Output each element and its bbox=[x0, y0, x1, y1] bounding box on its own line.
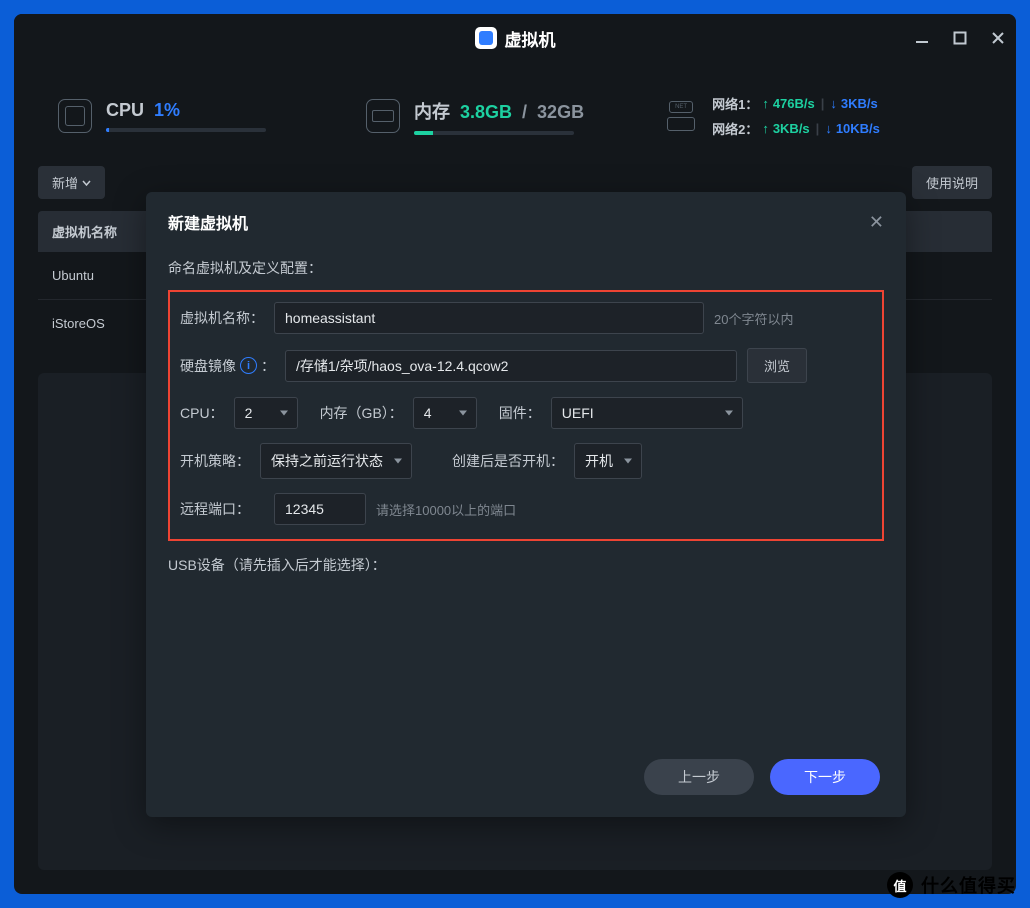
vm-name-label: 虚拟机名称： bbox=[180, 308, 264, 328]
help-button[interactable]: 使用说明 bbox=[912, 166, 992, 199]
section-label: 命名虚拟机及定义配置： bbox=[168, 258, 884, 278]
mem-used: 3.8GB bbox=[460, 102, 512, 123]
next-button[interactable]: 下一步 bbox=[770, 759, 880, 795]
network2-row: 网络2： ↑3KB/s | ↓10KB/s bbox=[712, 119, 880, 138]
cpu-select-label: CPU： bbox=[180, 403, 224, 423]
memory-select-label: 内存（GB）： bbox=[320, 403, 403, 423]
remote-port-label: 远程端口： bbox=[180, 499, 264, 519]
info-icon[interactable]: i bbox=[240, 357, 257, 374]
network-icon: NET bbox=[664, 99, 698, 133]
watermark-text: 什么值得买 bbox=[921, 872, 1016, 898]
highlighted-config-section: 虚拟机名称： 20个字符以内 硬盘镜像 i ： 浏览 CPU： bbox=[168, 290, 884, 541]
watermark-badge: 值 bbox=[887, 872, 913, 898]
after-create-select[interactable]: 开机 bbox=[574, 443, 642, 479]
after-create-label: 创建后是否开机： bbox=[452, 451, 564, 471]
browse-button[interactable]: 浏览 bbox=[747, 348, 807, 383]
boot-policy-select[interactable]: 保持之前运行状态 bbox=[260, 443, 412, 479]
vm-name-hint: 20个字符以内 bbox=[714, 309, 793, 328]
prev-button[interactable]: 上一步 bbox=[644, 759, 754, 795]
window: 虚拟机 CPU 1% 内存 3.8GB / 32GB NE bbox=[14, 14, 1016, 894]
vm-name-input[interactable] bbox=[274, 302, 704, 334]
memory-select[interactable]: 4 bbox=[413, 397, 477, 429]
cpu-bar bbox=[106, 128, 266, 132]
remote-port-hint: 请选择10000以上的端口 bbox=[376, 500, 516, 519]
app-icon bbox=[475, 27, 497, 49]
cpu-value: 1% bbox=[154, 100, 180, 121]
mem-label: 内存 bbox=[414, 98, 450, 124]
window-title: 虚拟机 bbox=[505, 26, 556, 51]
firmware-select[interactable]: UEFI bbox=[551, 397, 743, 429]
title-bar: 虚拟机 bbox=[14, 14, 1016, 62]
modal-title: 新建虚拟机 bbox=[168, 210, 248, 234]
disk-image-input[interactable] bbox=[285, 350, 737, 382]
stats-row: CPU 1% 内存 3.8GB / 32GB NET 网络1： ↑476B/s … bbox=[14, 62, 1016, 166]
network1-row: 网络1： ↑476B/s | ↓3KB/s bbox=[712, 94, 880, 113]
minimize-button[interactable] bbox=[914, 30, 930, 46]
watermark: 值 什么值得买 bbox=[887, 872, 1016, 898]
maximize-button[interactable] bbox=[952, 30, 968, 46]
cpu-icon bbox=[58, 99, 92, 133]
cpu-select[interactable]: 2 bbox=[234, 397, 298, 429]
mem-bar bbox=[414, 131, 574, 135]
ram-icon bbox=[366, 99, 400, 133]
mem-total: 32GB bbox=[537, 102, 584, 123]
chevron-down-icon bbox=[82, 180, 91, 186]
close-button[interactable] bbox=[990, 30, 1006, 46]
mem-slash: / bbox=[522, 102, 527, 123]
new-vm-modal: 新建虚拟机 ✕ 命名虚拟机及定义配置： 虚拟机名称： 20个字符以内 硬盘镜像 … bbox=[146, 192, 906, 817]
boot-policy-label: 开机策略： bbox=[180, 451, 250, 471]
modal-close-button[interactable]: ✕ bbox=[869, 212, 884, 233]
disk-image-label: 硬盘镜像 i ： bbox=[180, 356, 275, 376]
firmware-select-label: 固件： bbox=[499, 403, 541, 423]
usb-device-label: USB设备（请先插入后才能选择）： bbox=[168, 555, 884, 575]
remote-port-input[interactable] bbox=[274, 493, 366, 525]
cpu-label: CPU bbox=[106, 100, 144, 121]
add-button[interactable]: 新增 bbox=[38, 166, 105, 199]
